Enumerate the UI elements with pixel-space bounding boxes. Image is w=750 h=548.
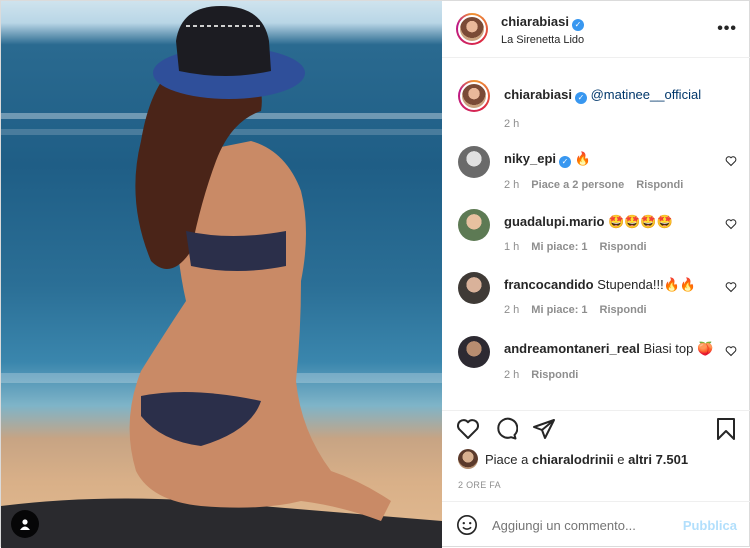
like-comment-heart-icon[interactable] <box>725 218 737 230</box>
post-location[interactable]: La Sirenetta Lido <box>501 34 717 46</box>
caption-row: chiarabiasi ✓ @matinee__official 2 h <box>458 80 737 133</box>
post-actions: Piace a chiaralodrinii e altri 7.501 2 O… <box>442 410 750 490</box>
bookmark-icon[interactable] <box>715 417 737 441</box>
comment-text: 🤩🤩🤩🤩 <box>608 214 673 229</box>
comment-text: Biasi top 🍑 <box>643 341 714 356</box>
post-sidebar: chiarabiasi ✓ La Sirenetta Lido ••• chiar… <box>442 1 750 548</box>
comment-body: andreamontaneri_real Biasi top 🍑 2 h Risp… <box>504 336 737 384</box>
user-icon <box>20 519 30 530</box>
reply-button[interactable]: Rispondi <box>636 179 683 191</box>
like-comment-heart-icon[interactable] <box>725 281 737 293</box>
comment-avatar[interactable] <box>458 272 490 304</box>
comment-row: francocandido Stupenda!!!🔥🔥 2 h Mi piace:… <box>458 272 737 319</box>
liker-username[interactable]: chiaralodrinii <box>532 452 614 467</box>
comment-username[interactable]: francocandido <box>504 277 594 292</box>
caption-avatar[interactable] <box>458 80 490 112</box>
caption-mention[interactable]: @matinee__official <box>591 87 702 102</box>
comment-avatar[interactable] <box>458 209 490 241</box>
reply-button[interactable]: Rispondi <box>600 304 647 316</box>
like-comment-heart-icon[interactable] <box>725 345 737 357</box>
comment-body: niky_epi ✓ 🔥 2 h Piace a 2 persone Rispondi <box>504 146 737 194</box>
post-timestamp: 2 ORE FA <box>458 480 501 490</box>
liker-avatar[interactable] <box>458 449 478 469</box>
more-options-icon[interactable]: ••• <box>717 20 737 38</box>
caption-time: 2 h <box>504 118 520 130</box>
likes-summary: Piace a chiaralodrinii e altri 7.501 <box>442 447 750 471</box>
comment-row: andreamontaneri_real Biasi top 🍑 2 h Risp… <box>458 336 737 384</box>
share-icon[interactable] <box>532 417 556 441</box>
avatar[interactable] <box>456 13 488 45</box>
verified-badge-icon: ✓ <box>559 156 572 168</box>
comment-likes[interactable]: Mi piace: 1 <box>531 241 587 253</box>
comment-meta: 2 h Rispondi <box>504 369 579 381</box>
like-comment-heart-icon[interactable] <box>725 155 737 167</box>
comment-body: guadalupi.mario 🤩🤩🤩🤩 1 h Mi piace: 1 Rispo… <box>504 209 737 256</box>
instagram-post-modal: chiarabiasi ✓ La Sirenetta Lido ••• chiar… <box>0 0 750 548</box>
comment-username[interactable]: niky_epi <box>504 151 556 166</box>
action-icons <box>442 411 750 447</box>
reply-button[interactable]: Rispondi <box>531 369 578 381</box>
comment-likes[interactable]: Piace a 2 persone <box>531 179 624 191</box>
comment-username[interactable]: andreamontaneri_real <box>504 341 640 356</box>
emoji-icon[interactable] <box>456 514 478 536</box>
woman-figure <box>1 6 442 548</box>
header-text: chiarabiasi ✓ La Sirenetta Lido <box>501 13 717 46</box>
post-username[interactable]: chiarabiasi <box>501 14 569 29</box>
comment-row: guadalupi.mario 🤩🤩🤩🤩 1 h Mi piace: 1 Rispo… <box>458 209 737 256</box>
comment-icon[interactable] <box>494 417 518 441</box>
publish-button[interactable]: Pubblica <box>683 518 737 533</box>
add-comment-bar: Pubblica <box>442 501 750 548</box>
comment-text: Stupenda!!!🔥🔥 <box>597 277 697 292</box>
post-photo[interactable] <box>1 1 442 548</box>
comment-input[interactable] <box>490 516 683 534</box>
like-heart-icon[interactable] <box>456 417 480 441</box>
comment-avatar[interactable] <box>458 146 490 178</box>
tagged-user-button[interactable] <box>11 510 39 538</box>
caption-body: chiarabiasi ✓ @matinee__official 2 h <box>504 80 737 133</box>
verified-badge-icon: ✓ <box>574 92 587 104</box>
comment-meta: 2 h Piace a 2 persone Rispondi <box>504 179 684 191</box>
comment-row: niky_epi ✓ 🔥 2 h Piace a 2 persone Rispondi <box>458 146 737 194</box>
reply-button[interactable]: Rispondi <box>600 241 647 253</box>
caption-username[interactable]: chiarabiasi <box>504 87 572 102</box>
comments-list: chiarabiasi ✓ @matinee__official 2 h niky… <box>442 58 750 410</box>
comment-username[interactable]: guadalupi.mario <box>504 214 604 229</box>
verified-badge-icon: ✓ <box>571 18 584 31</box>
comment-meta: 1 h Mi piace: 1 Rispondi <box>504 241 647 253</box>
post-header: chiarabiasi ✓ La Sirenetta Lido ••• <box>442 1 750 58</box>
comment-likes[interactable]: Mi piace: 1 <box>531 304 587 316</box>
comment-text: 🔥 <box>574 151 591 166</box>
comment-meta: 2 h Mi piace: 1 Rispondi <box>504 304 647 316</box>
comment-avatar[interactable] <box>458 336 490 368</box>
comment-body: francocandido Stupenda!!!🔥🔥 2 h Mi piace:… <box>504 272 737 319</box>
other-likes-link[interactable]: altri 7.501 <box>628 452 688 467</box>
